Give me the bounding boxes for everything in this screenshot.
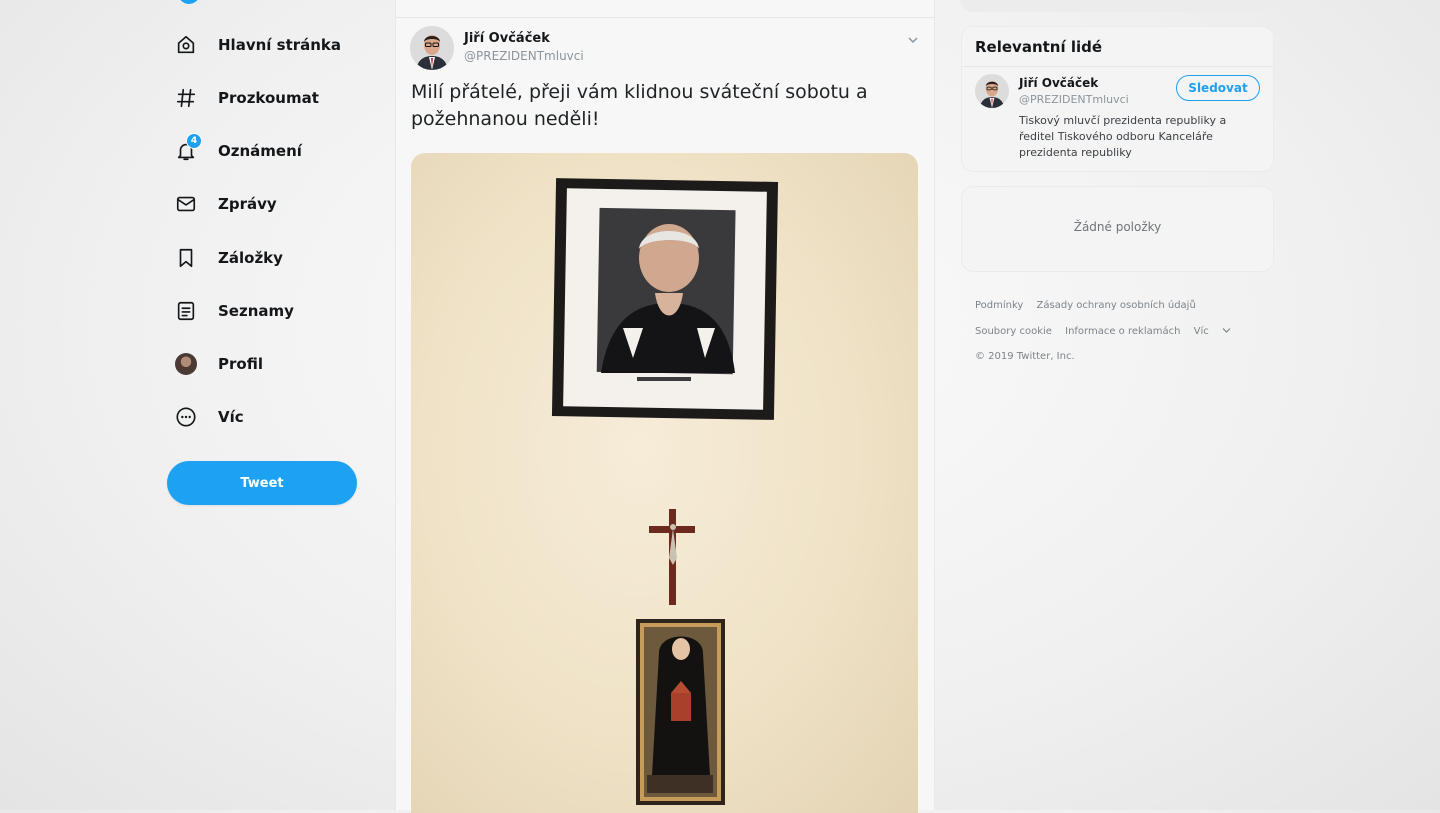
tweet-author-handle[interactable]: @PREZIDENTmluvci xyxy=(464,49,584,63)
person-handle[interactable]: @PREZIDENTmluvci xyxy=(1019,93,1129,106)
divider xyxy=(396,17,934,18)
tweet-column: Jiří Ovčáček @PREZIDENTmluvci Milí přáte… xyxy=(395,0,935,813)
home-icon xyxy=(174,33,198,57)
nav-label-notifications: Oznámení xyxy=(218,142,302,160)
nav-item-explore[interactable]: Prozkoumat xyxy=(174,81,319,115)
tweet-author-name[interactable]: Jiří Ovčáček xyxy=(464,31,550,46)
relevant-people-card: Relevantní lidé Jiří Ovčáček @PREZIDENTm… xyxy=(961,26,1274,172)
footer-link[interactable]: Informace o reklamách xyxy=(1065,326,1180,337)
nav-label-lists: Seznamy xyxy=(218,302,294,320)
person-avatar[interactable] xyxy=(975,74,1009,108)
list-icon xyxy=(174,299,198,323)
nav-item-more[interactable]: Víc xyxy=(174,400,244,434)
follow-button[interactable]: Sledovat xyxy=(1176,75,1260,101)
avatar xyxy=(174,352,198,376)
footer-link[interactable]: Podmínky xyxy=(975,300,1023,311)
nav-label-profile: Profil xyxy=(218,355,263,373)
nav-label-explore: Prozkoumat xyxy=(218,89,319,107)
footer-link[interactable]: Zásady ochrany osobních údajů xyxy=(1037,300,1196,311)
nav-item-notifications[interactable]: 4 Oznámení xyxy=(174,133,302,168)
twitter-logo-icon[interactable] xyxy=(178,0,200,4)
nav-label-messages: Zprávy xyxy=(218,195,277,213)
wall-photo-illustration xyxy=(551,178,779,805)
nav-label-home: Hlavní stránka xyxy=(218,36,342,54)
copyright: © 2019 Twitter, Inc. xyxy=(975,351,1075,362)
chevron-down-icon xyxy=(1222,328,1231,333)
tweet-photo[interactable] xyxy=(411,153,918,813)
nav-label-more: Víc xyxy=(218,408,244,426)
person-bio: Tiskový mluvčí prezidenta republiky a ře… xyxy=(1019,114,1227,159)
hashtag-icon xyxy=(174,86,198,110)
search-input[interactable] xyxy=(960,0,1272,12)
nav-label-bookmarks: Záložky xyxy=(218,249,283,267)
notification-badge: 4 xyxy=(186,133,202,149)
bookmark-icon xyxy=(174,246,198,270)
nav-item-home[interactable]: Hlavní stránka xyxy=(174,28,341,62)
card-title: Relevantní lidé xyxy=(975,38,1103,56)
footer-links-row: Podmínky Zásady ochrany osobních údajů xyxy=(975,300,1206,311)
empty-state-text: Žádné položky xyxy=(1073,220,1162,234)
footer-more-link[interactable]: Víc xyxy=(1194,326,1231,337)
person-name[interactable]: Jiří Ovčáček xyxy=(1019,76,1098,90)
tweet-text: Milí přátelé, přeji vám klidnou sváteční… xyxy=(411,81,868,130)
footer-link[interactable]: Soubory cookie xyxy=(975,326,1052,337)
trends-card: Žádné položky xyxy=(961,186,1274,272)
envelope-icon xyxy=(174,192,198,216)
nav-item-bookmarks[interactable]: Záložky xyxy=(174,241,283,275)
nav-item-lists[interactable]: Seznamy xyxy=(174,294,294,328)
nav-item-profile[interactable]: Profil xyxy=(174,347,263,381)
bell-icon: 4 xyxy=(174,133,202,163)
footer-more-label: Víc xyxy=(1193,326,1209,337)
more-icon xyxy=(174,405,198,429)
left-nav: Hlavní stránka Prozkoumat 4 Oznámení Zpr… xyxy=(160,0,380,810)
tweet-button[interactable]: Tweet xyxy=(167,461,357,505)
nav-item-messages[interactable]: Zprávy xyxy=(174,187,277,221)
tweet-author-avatar[interactable] xyxy=(410,26,454,70)
footer-links-row: Soubory cookie Informace o reklamách Víc xyxy=(975,326,1241,337)
divider xyxy=(962,66,1273,67)
chevron-down-icon[interactable] xyxy=(906,32,920,46)
